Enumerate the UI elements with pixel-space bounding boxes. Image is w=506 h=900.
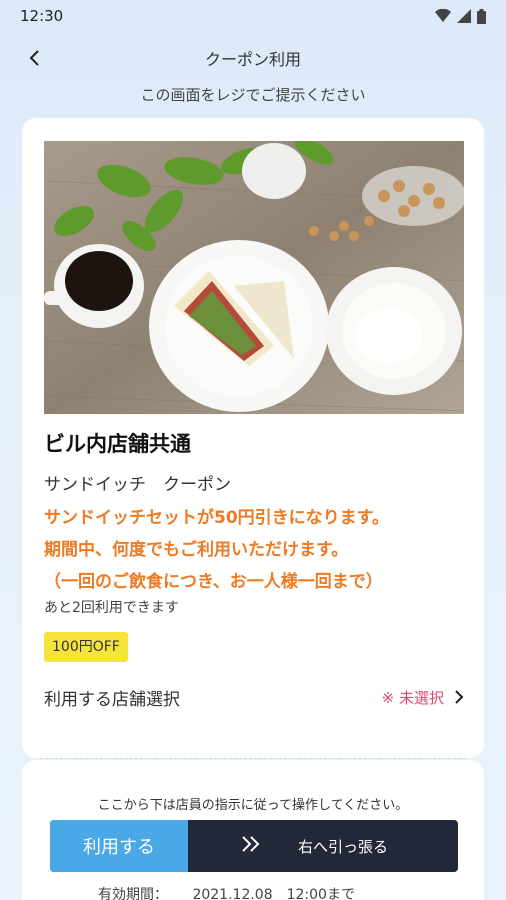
subtitle: この画面をレジでご提示ください [140, 86, 366, 104]
double-chevron-right-icon [240, 834, 262, 859]
battery-icon [477, 8, 486, 24]
status-bar: 12:30 [0, 0, 506, 32]
coupon-image [44, 141, 464, 414]
swipe-to-use[interactable]: 利用する 右へ引っ張る [50, 820, 458, 872]
validity-value: 2021.12.08 12:00まで [192, 887, 355, 900]
signal-icon [457, 9, 471, 23]
description-line: （一回のご飲食につき、お一人様一回まで） [44, 572, 383, 592]
validity-label: 有効期間： [98, 887, 168, 900]
wifi-icon [435, 9, 451, 22]
coupon-name: サンドイッチ クーポン [44, 475, 231, 495]
staff-note: ここから下は店員の指示に従って操作してください。 [97, 798, 409, 813]
status-icons [435, 8, 486, 24]
chevron-right-icon [455, 690, 464, 704]
discount-badge: 100円OFF [44, 632, 128, 662]
use-button[interactable]: 利用する [50, 820, 188, 872]
store-select-status: ※ 未選択 [382, 687, 464, 708]
store-select-label: 利用する店舗選択 [44, 689, 180, 710]
remaining-uses: あと2回利用できます [44, 600, 179, 616]
coupon-description: サンドイッチセットが50円引きになります。 期間中、何度でもご利用いただけます。… [44, 502, 464, 598]
store-name: ビル内店舗共通 [44, 432, 191, 456]
back-button[interactable] [20, 44, 48, 72]
store-select-row[interactable]: 利用する店舗選択 ※ 未選択 [44, 684, 464, 710]
swipe-label: 右へ引っ張る [298, 838, 389, 856]
description-line: 期間中、何度でもご利用いただけます。 [44, 540, 349, 560]
status-time: 12:30 [20, 7, 64, 25]
chevron-left-icon [29, 50, 39, 66]
validity-period: 有効期間： 2021.12.08 12:00まで [98, 884, 355, 900]
page-title: クーポン利用 [204, 50, 301, 69]
description-line: サンドイッチセットが50円引きになります。 [44, 508, 389, 528]
store-select-status-text: ※ 未選択 [381, 688, 444, 707]
divider [40, 758, 466, 759]
nav-bar: クーポン利用 [0, 38, 506, 78]
